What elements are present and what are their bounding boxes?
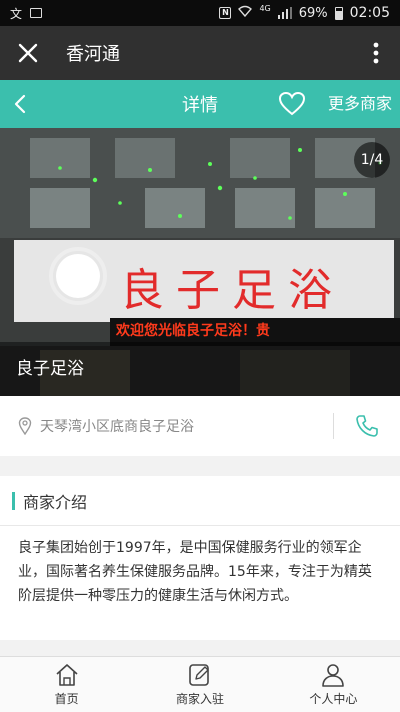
section-accent-bar: [12, 491, 15, 510]
merchant-intro-section: 商家介绍 良子集团始创于1997年，是中国保健服务行业的领军企业，国际著名养生保…: [0, 476, 400, 640]
more-options-button[interactable]: [352, 26, 400, 80]
phone-icon: [356, 415, 378, 437]
tab-home[interactable]: 首页: [0, 657, 133, 712]
photo-counter: 1/4: [354, 142, 390, 178]
battery-icon: [334, 6, 343, 20]
call-button[interactable]: [334, 396, 400, 456]
shop-address: 天琴湾小区底商良子足浴: [40, 419, 194, 435]
close-button[interactable]: [0, 26, 56, 80]
edit-icon: [189, 664, 209, 686]
sign-board-text: 良子足浴: [120, 265, 344, 316]
shop-name-caption: 良子足浴: [0, 342, 400, 396]
tab-label: 首页: [54, 692, 79, 706]
nfc-icon: N: [219, 7, 232, 19]
section-title: 商家介绍: [23, 492, 88, 512]
bottom-tab-bar: 首页 商家入驻 个人中心: [0, 656, 400, 712]
more-shops-link[interactable]: 更多商家: [328, 80, 392, 128]
signal-icon: [277, 7, 293, 19]
more-vertical-icon: [373, 42, 379, 64]
location-pin-icon: [18, 417, 32, 435]
detail-header: 详情 更多商家: [0, 80, 400, 128]
favorite-heart-icon[interactable]: [278, 90, 306, 118]
merchant-intro-text: 良子集团始创于1997年，是中国保健服务行业的领军企业，国际著名养生保健服务品牌…: [18, 540, 372, 604]
app-bar: 香河通: [0, 26, 400, 80]
person-icon: [322, 664, 345, 687]
address-row[interactable]: 天琴湾小区底商良子足浴: [0, 396, 400, 456]
led-scroll-text: 欢迎您光临良子足浴！贵: [116, 323, 270, 339]
status-bar: 文 N 4G 69% 02:05: [0, 0, 400, 26]
back-button[interactable]: [0, 80, 40, 128]
chevron-left-icon: [14, 94, 26, 114]
wifi-icon: [238, 5, 253, 21]
tab-profile[interactable]: 个人中心: [267, 657, 400, 712]
battery-percent: 69%: [298, 5, 328, 21]
app-title: 香河通: [66, 44, 120, 65]
section-header: 商家介绍: [0, 476, 400, 526]
close-icon: [18, 43, 38, 63]
status-time: 02:05: [349, 5, 390, 21]
tab-merchant-join[interactable]: 商家入驻: [133, 657, 266, 712]
notification-icon: 文: [10, 6, 23, 21]
shop-photo-carousel[interactable]: 良子足浴 欢迎您光临良子足浴！贵 1/4 良子足浴: [0, 128, 400, 396]
tab-label: 商家入驻: [175, 692, 224, 706]
status-bar-right: N 4G 69% 02:05: [219, 3, 390, 21]
status-bar-left: 文: [10, 5, 43, 22]
network-type-label: 4G: [259, 3, 271, 13]
tab-label: 个人中心: [309, 692, 358, 706]
image-notification-icon: [30, 8, 43, 18]
home-icon: [56, 664, 78, 686]
